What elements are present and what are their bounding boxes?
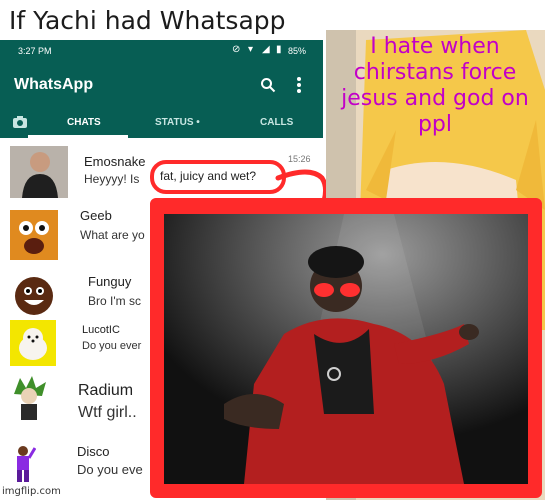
status-time: 3:27 PM [18, 46, 52, 56]
wifi-icon: ▾ [248, 44, 254, 55]
highlight-text: fat, juicy and wet? [160, 169, 257, 183]
chat-preview: What are yo [80, 228, 145, 242]
mute-icon: ⊘ [232, 44, 241, 55]
chat-name: Radium [78, 382, 134, 399]
avatar [10, 320, 56, 366]
meme-title: If Yachi had Whatsapp [9, 6, 286, 35]
chat-preview: Wtf girl.. [78, 404, 137, 421]
camera-icon[interactable] [12, 115, 28, 129]
chat-name: Emosnake [84, 154, 146, 169]
signal-icon: ◢ [262, 44, 270, 55]
search-icon[interactable] [260, 77, 276, 93]
highlight-bubble: fat, juicy and wet? [150, 160, 286, 194]
avatar [6, 374, 52, 422]
avatar [10, 210, 58, 260]
chat-name: Disco [77, 444, 110, 459]
chat-preview: Heyyyy! Is [84, 172, 140, 186]
tab-bar: CHATS STATUS • CALLS [0, 108, 323, 138]
battery-percent: 85% [288, 46, 307, 56]
app-title: WhatsApp [14, 76, 94, 93]
app-bar: WhatsApp [0, 64, 323, 108]
more-options-icon[interactable] [296, 76, 302, 94]
avatar [14, 276, 54, 316]
tab-status[interactable]: STATUS • [155, 117, 200, 128]
watermark: imgflip.com [2, 486, 61, 497]
singer-photo [164, 214, 528, 484]
tab-calls[interactable]: CALLS [260, 117, 293, 128]
chat-preview: Do you eve [77, 462, 143, 477]
chat-preview: Do you ever [82, 340, 142, 352]
tab-chats[interactable]: CHATS [67, 117, 101, 128]
chat-name: Funguy [88, 274, 132, 289]
avatar [10, 444, 36, 484]
quote-text: I hate when chirstans force jesus and go… [341, 34, 529, 137]
chat-time: 15:26 [288, 154, 311, 164]
chat-name: Geeb [80, 208, 112, 223]
chat-preview: Bro I'm sc [88, 294, 141, 308]
chat-name: LucotIC [82, 324, 120, 336]
status-bar: 3:27 PM ⊘ ▾ ◢ ▮ 85% [0, 40, 323, 64]
avatar [10, 146, 68, 198]
battery-icon: ▮ [276, 44, 282, 55]
